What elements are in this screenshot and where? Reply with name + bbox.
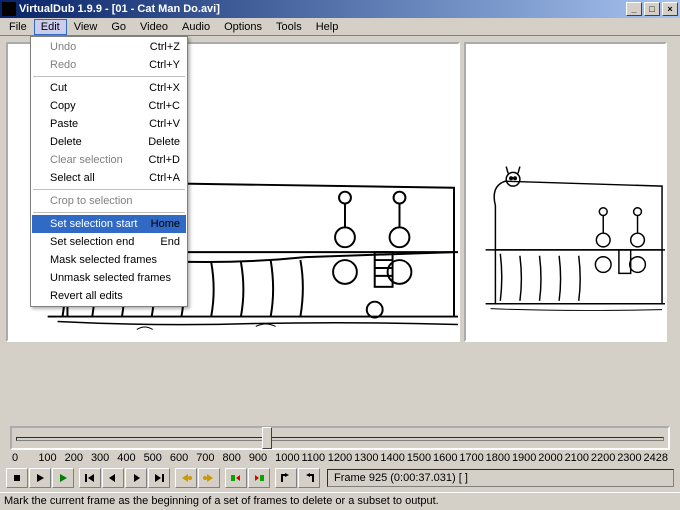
tick-label: 1100	[301, 452, 327, 464]
timeline-handle[interactable]	[262, 427, 272, 449]
maximize-button[interactable]: □	[644, 2, 660, 16]
output-pane	[464, 42, 667, 342]
tick-label: 1700	[459, 452, 485, 464]
tick-label: 800	[223, 452, 249, 464]
window-title: VirtualDub 1.9.9 - [01 - Cat Man Do.avi]	[19, 3, 624, 15]
spacer	[0, 346, 680, 418]
menubar: File Edit View Go Video Audio Options To…	[0, 18, 680, 36]
tick-label: 2000	[538, 452, 564, 464]
menu-crop[interactable]: Crop to selection	[32, 192, 186, 210]
menu-video[interactable]: Video	[133, 19, 175, 35]
menu-go[interactable]: Go	[104, 19, 133, 35]
tick-label: 1500	[407, 452, 433, 464]
mark-in-button[interactable]	[275, 468, 297, 488]
play-input-button[interactable]	[29, 468, 51, 488]
toolbar: Frame 925 (0:00:37.031) [ ]	[0, 466, 680, 490]
menu-options[interactable]: Options	[217, 19, 269, 35]
menu-cut[interactable]: CutCtrl+X	[32, 79, 186, 97]
key-prev-button[interactable]	[175, 468, 197, 488]
menu-select-all[interactable]: Select allCtrl+A	[32, 169, 186, 187]
tick-label: 2200	[591, 452, 617, 464]
close-button[interactable]: ×	[662, 2, 678, 16]
menu-mask-frames[interactable]: Mask selected frames	[32, 251, 186, 269]
menu-set-selection-start[interactable]: Set selection startHome	[32, 215, 186, 233]
separator	[33, 212, 185, 213]
menu-clear-selection[interactable]: Clear selectionCtrl+D	[32, 151, 186, 169]
app-icon	[2, 2, 16, 16]
tick-label: 2100	[565, 452, 591, 464]
menu-paste[interactable]: PasteCtrl+V	[32, 115, 186, 133]
menu-delete[interactable]: DeleteDelete	[32, 133, 186, 151]
scene-prev-button[interactable]	[225, 468, 247, 488]
window-buttons: _ □ ×	[624, 2, 678, 16]
menu-file[interactable]: File	[2, 19, 34, 35]
tick-label: 400	[117, 452, 143, 464]
timeline: 0100200300400500600700800900100011001200…	[0, 418, 680, 466]
status-bar: Mark the current frame as the beginning …	[0, 492, 680, 510]
separator	[33, 189, 185, 190]
tick-label: 100	[38, 452, 64, 464]
tick-label: 1200	[328, 452, 354, 464]
tick-label: 200	[65, 452, 91, 464]
tick-label: 2300	[617, 452, 643, 464]
tick-label: 1900	[512, 452, 538, 464]
menu-undo[interactable]: UndoCtrl+Z	[32, 38, 186, 56]
mark-out-button[interactable]	[298, 468, 320, 488]
tick-label: 500	[144, 452, 170, 464]
key-next-button[interactable]	[198, 468, 220, 488]
menu-view[interactable]: View	[67, 19, 105, 35]
tick-label: 1000	[275, 452, 301, 464]
menu-help[interactable]: Help	[309, 19, 346, 35]
tick-label: 300	[91, 452, 117, 464]
tick-label: 900	[249, 452, 275, 464]
go-end-button[interactable]	[148, 468, 170, 488]
edit-dropdown: UndoCtrl+Z RedoCtrl+Y CutCtrl+X CopyCtrl…	[30, 36, 188, 307]
tick-max: 2428	[644, 452, 668, 464]
menu-tools[interactable]: Tools	[269, 19, 309, 35]
tick-label: 1300	[354, 452, 380, 464]
menu-set-selection-end[interactable]: Set selection endEnd	[32, 233, 186, 251]
scene-next-button[interactable]	[248, 468, 270, 488]
tick-label: 700	[196, 452, 222, 464]
tick-label: 1400	[380, 452, 406, 464]
frame-info: Frame 925 (0:00:37.031) [ ]	[327, 469, 674, 487]
menu-copy[interactable]: CopyCtrl+C	[32, 97, 186, 115]
tick-label: 1800	[486, 452, 512, 464]
stop-button[interactable]	[6, 468, 28, 488]
minimize-button[interactable]: _	[626, 2, 642, 16]
separator	[33, 76, 185, 77]
step-back-button[interactable]	[102, 468, 124, 488]
menu-revert-edits[interactable]: Revert all edits	[32, 287, 186, 305]
tick-label: 1600	[433, 452, 459, 464]
tick-label: 0	[12, 452, 38, 464]
timeline-ruler[interactable]	[10, 426, 670, 450]
titlebar: VirtualDub 1.9.9 - [01 - Cat Man Do.avi]…	[0, 0, 680, 18]
tick-label: 600	[170, 452, 196, 464]
play-output-button[interactable]	[52, 468, 74, 488]
menu-unmask-frames[interactable]: Unmask selected frames	[32, 269, 186, 287]
video-frame-right	[466, 44, 665, 338]
menu-redo[interactable]: RedoCtrl+Y	[32, 56, 186, 74]
go-start-button[interactable]	[79, 468, 101, 488]
timeline-ticks: 0100200300400500600700800900100011001200…	[10, 452, 670, 464]
menu-audio[interactable]: Audio	[175, 19, 217, 35]
menu-edit[interactable]: Edit	[34, 19, 67, 35]
step-forward-button[interactable]	[125, 468, 147, 488]
